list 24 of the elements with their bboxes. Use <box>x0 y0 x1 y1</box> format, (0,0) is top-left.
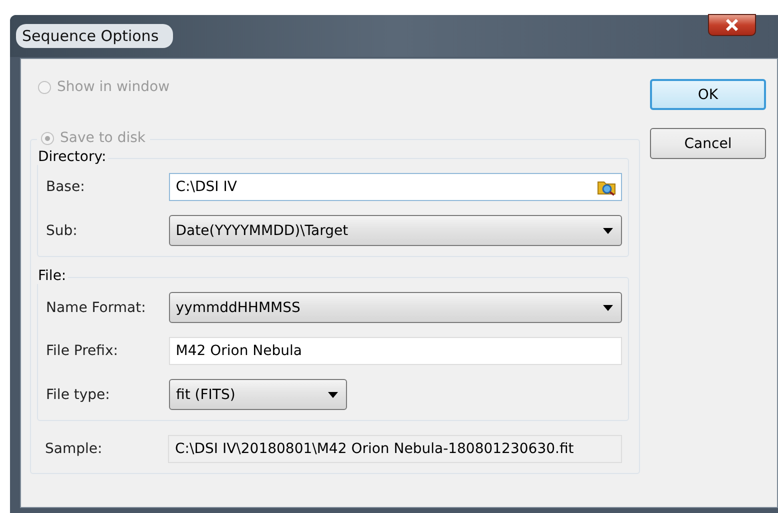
window-title: Sequence Options <box>16 24 173 48</box>
dropdown[interactable]: Date(YYYYMMDD)\Target <box>168 215 622 246</box>
field-label: Sample: <box>45 441 104 457</box>
group-title: Directory: <box>36 149 108 165</box>
radio-label: Save to disk <box>60 130 146 146</box>
field-label: Base: <box>46 179 86 195</box>
field-label: File type: <box>46 386 111 402</box>
input-field[interactable]: M42 Orion Nebula <box>168 337 622 365</box>
dropdown[interactable]: fit (FITS) <box>169 379 347 410</box>
sample-field: C:\DSI IV\20180801\M42 Orion Nebula-180801230630.fit <box>168 435 622 463</box>
cancel-button[interactable]: Cancel <box>650 128 766 159</box>
field-label: File Prefix: <box>46 343 119 359</box>
dropdown[interactable]: yymmddHHMMSS <box>168 292 622 323</box>
caret-icon <box>603 304 613 310</box>
radio-label: Show in window <box>57 79 170 95</box>
ok-button[interactable]: OK <box>650 79 766 110</box>
caret-icon <box>603 228 613 234</box>
path-field[interactable]: C:\DSI IV <box>168 173 622 201</box>
field-label: Sub: <box>46 222 78 238</box>
group-title: File: <box>36 268 68 284</box>
close-button[interactable] <box>708 14 756 36</box>
close-icon <box>725 19 739 31</box>
caret-icon <box>328 392 338 398</box>
field-label: Name Format: <box>46 300 147 316</box>
